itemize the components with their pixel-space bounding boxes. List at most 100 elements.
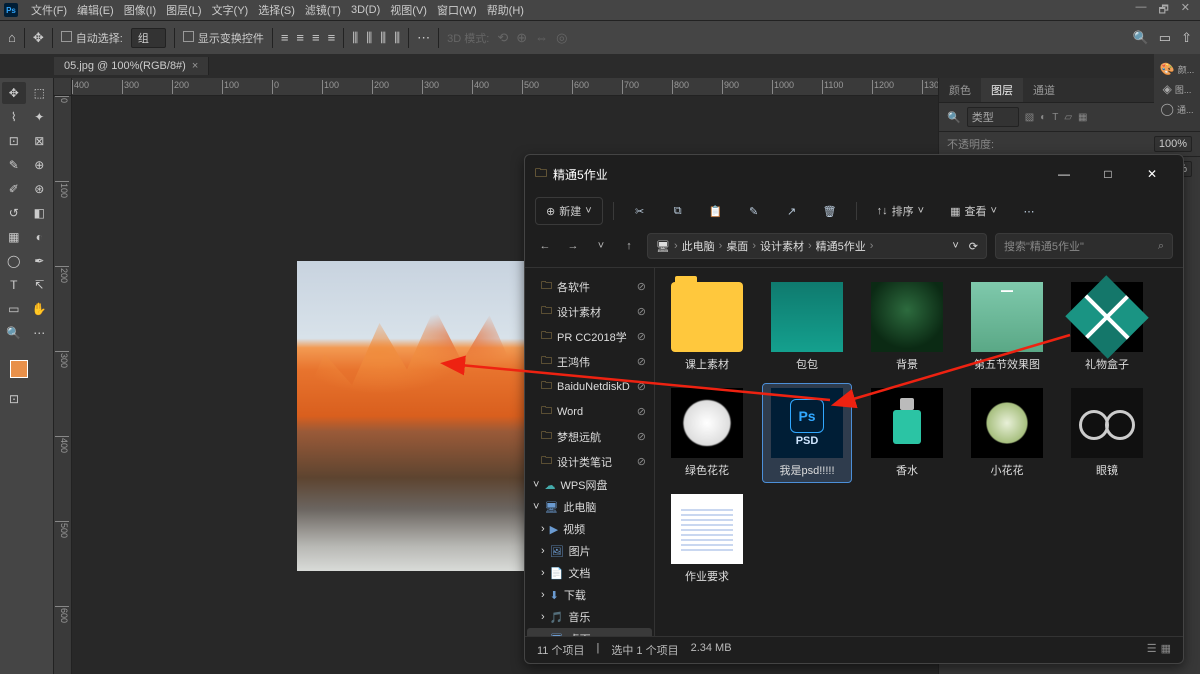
workspace-icon[interactable]: ▭ xyxy=(1159,30,1171,46)
home-icon[interactable]: ⌂ xyxy=(8,30,16,45)
quickmask-tool[interactable]: ⊡ xyxy=(2,388,26,410)
menu-item[interactable]: 视图(V) xyxy=(385,2,432,18)
new-button[interactable]: ⊕ 新建 ˅ xyxy=(535,197,603,225)
menu-item[interactable]: 编辑(E) xyxy=(72,2,119,18)
file-item[interactable]: 香水 xyxy=(863,384,951,482)
menu-item[interactable]: 选择(S) xyxy=(253,2,300,18)
distribute-icon[interactable]: ⫼ xyxy=(352,30,358,46)
file-item[interactable]: 背景 xyxy=(863,278,951,376)
marquee-tool[interactable]: ⬚ xyxy=(28,82,52,104)
close-tab-icon[interactable]: × xyxy=(192,60,198,72)
tree-item[interactable]: 🗀各软件⊘ xyxy=(527,274,652,299)
tree-item[interactable]: 🗀设计素材⊘ xyxy=(527,299,652,324)
show-transform-checkbox[interactable]: 显示变换控件 xyxy=(183,30,264,46)
align-icon[interactable]: ≡ xyxy=(328,30,336,45)
paste-icon[interactable]: 📋 xyxy=(700,197,732,225)
wand-tool[interactable]: ✦ xyxy=(28,106,52,128)
tree-item[interactable]: 🗀Word⊘ xyxy=(527,399,652,424)
distribute-icon[interactable]: ⫼ xyxy=(394,30,400,46)
brush-tool[interactable]: ✐ xyxy=(2,178,26,200)
tree-item[interactable]: › ⬇ 下载 xyxy=(527,584,652,606)
tree-item[interactable]: › 🖼 图片 xyxy=(527,540,652,562)
menu-item[interactable]: 窗口(W) xyxy=(432,2,482,18)
align-icon[interactable]: ≡ xyxy=(312,30,320,45)
camera-icon[interactable]: ◎ xyxy=(556,30,567,46)
dock-color-icon[interactable]: 🎨颜... xyxy=(1160,62,1194,76)
back-button[interactable]: ← xyxy=(535,240,555,252)
eraser-tool[interactable]: ◧ xyxy=(28,202,52,224)
share-icon[interactable]: ⇧ xyxy=(1181,30,1192,46)
tree-item[interactable]: 🗀梦想远航⊘ xyxy=(527,424,652,449)
auto-select-dropdown[interactable]: 组 xyxy=(131,28,166,48)
close-button[interactable]: ✕ xyxy=(1131,161,1173,187)
hand-tool[interactable]: ✋ xyxy=(28,298,52,320)
opacity-value[interactable]: 100% xyxy=(1154,136,1192,152)
pan-icon[interactable]: ⊕ xyxy=(516,30,527,46)
orbit-icon[interactable]: ⟲ xyxy=(497,30,508,46)
delete-icon[interactable]: 🗑 xyxy=(814,197,846,225)
cut-icon[interactable]: ✂ xyxy=(624,197,656,225)
file-item[interactable]: 绿色花花 xyxy=(663,384,751,482)
tree-item[interactable]: 🗀BaiduNetdiskD⊘ xyxy=(527,374,652,399)
chevron-down-icon[interactable]: ˅ xyxy=(591,240,611,252)
file-item[interactable]: 第五节效果图 xyxy=(963,278,1051,376)
filter-adjust-icon[interactable]: ◐ xyxy=(1040,112,1046,123)
filter-shape-icon[interactable]: ▱ xyxy=(1064,112,1072,123)
file-item[interactable]: 作业要求 xyxy=(663,490,751,588)
details-view-icon[interactable]: ☰ xyxy=(1147,642,1157,658)
history-brush-tool[interactable]: ↺ xyxy=(2,202,26,224)
maximize-button[interactable]: □ xyxy=(1087,161,1129,187)
search-icon[interactable]: 🔍 xyxy=(1133,30,1149,46)
search-input[interactable]: 搜索"精通5作业" ⌕ xyxy=(995,233,1173,259)
sort-button[interactable]: ↑↓ 排序 ˅ xyxy=(867,198,934,224)
align-icon[interactable]: ≡ xyxy=(281,30,289,45)
crop-tool[interactable]: ⊡ xyxy=(2,130,26,152)
shape-tool[interactable]: ▭ xyxy=(2,298,26,320)
explorer-titlebar[interactable]: 🗀 精通5作业 — □ ✕ xyxy=(525,155,1183,193)
tree-item-wps[interactable]: ˅ ☁ WPS网盘 xyxy=(527,474,652,496)
menu-item[interactable]: 帮助(H) xyxy=(482,2,529,18)
panel-tab-channels[interactable]: 通道 xyxy=(1023,78,1065,102)
type-tool[interactable]: T xyxy=(2,274,26,296)
tree-item[interactable]: 🗀PR CC2018学⊘ xyxy=(527,324,652,349)
edit-toolbar[interactable]: ⋯ xyxy=(28,322,52,344)
zoom-tool[interactable]: 🔍 xyxy=(2,322,26,344)
menu-item[interactable]: 文字(Y) xyxy=(207,2,254,18)
minimize-icon[interactable]: — xyxy=(1135,1,1146,20)
up-button[interactable]: ↑ xyxy=(619,240,639,252)
refresh-icon[interactable]: ⟳ xyxy=(969,240,978,253)
eyedrop-tool[interactable]: ✎ xyxy=(2,154,26,176)
distribute-icon[interactable]: ⫼ xyxy=(380,30,386,46)
slide-icon[interactable]: ⇔ xyxy=(535,30,548,45)
foreground-color[interactable] xyxy=(10,360,28,378)
background-color[interactable] xyxy=(21,371,39,389)
minimize-button[interactable]: — xyxy=(1043,161,1085,187)
tree-item[interactable]: › 🖥 桌面 xyxy=(527,628,652,636)
close-icon[interactable]: ✕ xyxy=(1181,1,1190,20)
move-tool[interactable]: ✥ xyxy=(2,82,26,104)
path-tool[interactable]: ↸ xyxy=(28,274,52,296)
auto-select-checkbox[interactable]: 自动选择: xyxy=(61,30,123,46)
file-item[interactable]: PsPSD我是psd!!!!! xyxy=(763,384,851,482)
address-bar[interactable]: 🖥› 此电脑› 桌面› 设计素材› 精通5作业› ˅ ⟳ xyxy=(647,233,987,259)
tree-item[interactable]: › 🎵 音乐 xyxy=(527,606,652,628)
align-icon[interactable]: ≡ xyxy=(296,30,304,45)
more-icon[interactable]: ⋯ xyxy=(1013,197,1045,225)
gradient-tool[interactable]: ▦ xyxy=(2,226,26,248)
frame-tool[interactable]: ⊠ xyxy=(28,130,52,152)
pen-tool[interactable]: ✒ xyxy=(28,250,52,272)
file-item[interactable]: 小花花 xyxy=(963,384,1051,482)
heal-tool[interactable]: ⊕ xyxy=(28,154,52,176)
layer-kind-filter[interactable]: 类型 xyxy=(967,107,1019,127)
file-item[interactable]: 眼镜 xyxy=(1063,384,1151,482)
file-item[interactable]: 礼物盒子 xyxy=(1063,278,1151,376)
lasso-tool[interactable]: ⌇ xyxy=(2,106,26,128)
more-icon[interactable]: ⋯ xyxy=(417,30,430,46)
filter-smart-icon[interactable]: ▦ xyxy=(1078,112,1087,123)
panel-tab-color[interactable]: 颜色 xyxy=(939,78,981,102)
file-item[interactable]: 包包 xyxy=(763,278,851,376)
menu-item[interactable]: 文件(F) xyxy=(26,2,72,18)
filter-pixel-icon[interactable]: ▧ xyxy=(1025,112,1034,123)
document-tab[interactable]: 05.jpg @ 100%(RGB/8#) × xyxy=(54,57,209,75)
maximize-icon[interactable]: 🗗 xyxy=(1158,1,1168,20)
